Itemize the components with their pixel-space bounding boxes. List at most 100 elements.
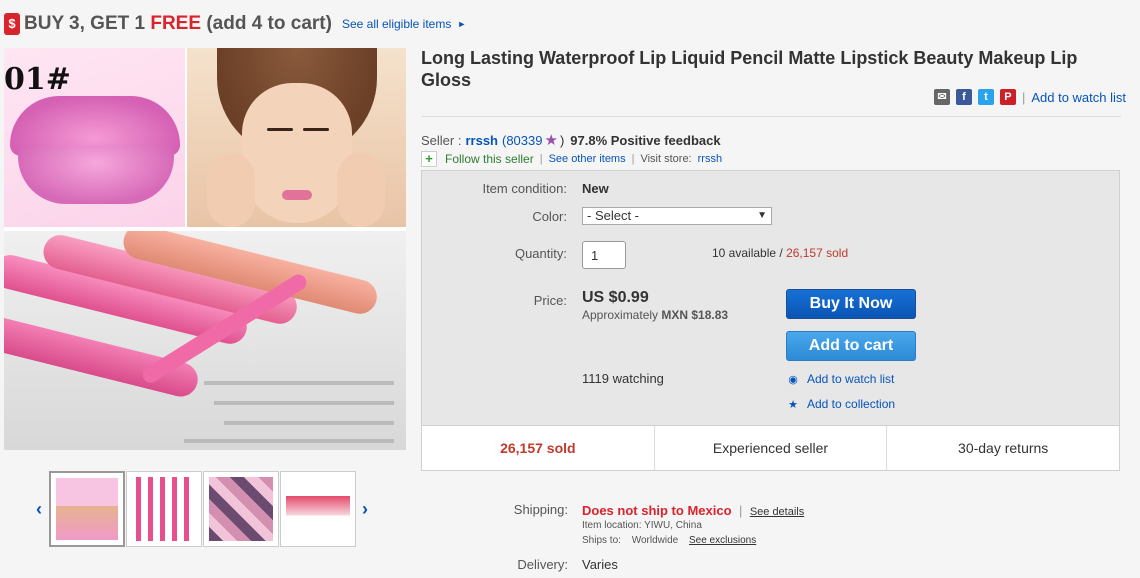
thumbnail[interactable] [125,471,202,547]
shade-number: 01# [4,62,71,97]
model-eye-right [303,128,329,131]
divider [421,116,1121,117]
stat-experienced-seller: Experienced seller [655,426,888,470]
availability: 10 available / 26,157 sold [712,246,848,260]
separator: | [539,153,543,165]
condition-label: Item condition: [482,181,567,196]
stat-returns: 30-day returns [958,440,1049,456]
model-face [242,83,352,223]
approx-value: MXN $18.83 [661,308,729,322]
sold-count-link[interactable]: 26,157 sold [786,246,848,260]
pinterest-icon[interactable]: P [999,89,1016,105]
promo-banner: $ BUY 3, GET 1 FREE (add 4 to cart) See … [4,10,466,38]
dropdown-caret-icon: ▼ [757,210,767,221]
add-to-collection-label: Add to collection [807,397,896,411]
item-location-label: Item location: [582,520,642,531]
seller-actions: + Follow this seller | See other items |… [421,151,722,167]
see-exclusions-link[interactable]: See exclusions [689,535,756,546]
store-link[interactable]: rrssh [698,153,722,165]
share-row: ✉ f t P | Add to watch list [928,89,1126,105]
buy-box: Item condition: New Color: - Select - ▼ … [421,170,1120,426]
see-other-items-link[interactable]: See other items [549,153,626,165]
shipping-label: Shipping: [513,502,568,517]
twitter-icon[interactable]: t [977,89,994,105]
chevron-right-icon[interactable]: › [356,499,374,520]
color-label: Color: [532,209,567,224]
color-select[interactable]: - Select - ▼ [582,207,772,225]
quantity-input[interactable]: 1 [582,241,626,269]
promo-text: BUY 3, GET 1 FREE (add 4 to cart) [24,13,332,35]
stat-sold: 26,157 sold [422,426,655,470]
seller-name-link[interactable]: rrssh [465,133,498,148]
separator: | [738,503,743,518]
thumbnail[interactable] [279,471,356,547]
eye-icon: ◉ [788,373,798,386]
main-product-image[interactable]: 01# [4,48,406,450]
add-to-watch-list-action[interactable]: ◉ Add to watch list [786,372,894,386]
seller-score-link[interactable]: (80339 [502,133,542,148]
newspaper-line [204,381,394,385]
delivery-label: Delivery: [517,557,568,572]
add-to-watch-list-link[interactable]: Add to watch list [1031,90,1126,105]
promo-free: FREE [150,13,202,34]
buy-it-now-button[interactable]: Buy It Now [786,289,916,319]
price-label: Price: [533,293,567,308]
star-icon: ★ [788,398,798,411]
separator: | [1021,89,1026,105]
ships-to-label: Ships to: [582,535,621,546]
condition-value: New [582,181,609,196]
visit-store-label: Visit store: [640,153,692,165]
model-lips [282,190,312,200]
thumbnail-strip: ‹ › [30,470,374,548]
email-icon[interactable]: ✉ [933,89,950,105]
facebook-icon[interactable]: f [955,89,972,105]
promo-suffix: (add 4 to cart) [201,13,332,34]
approx-price: Approximately MXN $18.83 [582,308,728,322]
see-details-link[interactable]: See details [750,506,804,518]
thumbnail-image [131,477,196,541]
item-location-value: YIWU, China [644,520,702,531]
plus-icon[interactable]: + [421,151,437,167]
ships-to: Ships to: Worldwide See exclusions [582,535,756,546]
model-eye-left [267,128,293,131]
newspaper-line [214,401,394,405]
seller-label: Seller : [421,132,462,148]
approx-label: Approximately [582,308,662,322]
delivery-value: Varies [582,557,618,572]
add-to-watch-list-label: Add to watch list [807,372,895,386]
stats-bar: 26,157 sold Experienced seller 30-day re… [421,425,1120,471]
lipstick-tubes-panel [4,229,406,450]
chevron-left-icon[interactable]: ‹ [30,499,48,520]
star-icon: ★ [544,132,558,149]
arrow-right-icon: ► [457,19,467,29]
model-hand-right [337,153,385,227]
watching-count: 1119 watching [582,371,664,386]
lips-image-panel: 01# [4,48,185,227]
thumbnail[interactable] [202,471,279,547]
newspaper-line [184,439,394,443]
seller-info: Seller : rrssh (80339 ★ ) 97.8% Positive… [421,131,721,149]
thumbnail-image [285,477,350,541]
add-to-collection-action[interactable]: ★ Add to collection [786,397,895,411]
color-selected-value: - Select - [587,208,640,223]
see-eligible-items-link[interactable]: See all eligible items [342,17,451,31]
add-to-cart-button[interactable]: Add to cart [786,331,916,361]
item-title: Long Lasting Waterproof Lip Liquid Penci… [421,48,1078,90]
follow-seller-link[interactable]: Follow this seller [445,152,534,166]
price-value: US $0.99 [582,289,649,306]
thumbnail-image [55,478,118,540]
separator: | [631,153,635,165]
newspaper-line [224,421,394,425]
promo-tag-icon: $ [4,13,20,35]
thumbnail-image [208,477,273,541]
shipping-value: Does not ship to Mexico | See details [582,502,804,520]
model-hand-left [207,153,255,227]
thumbnail[interactable] [48,471,125,547]
available-count: 10 available / [712,246,787,260]
item-location: Item location: YIWU, China [582,520,702,531]
no-ship-notice: Does not ship to Mexico [582,503,732,518]
promo-prefix: BUY 3, GET 1 [24,13,151,34]
positive-feedback: 97.8% Positive feedback [570,132,721,148]
quantity-label: Quantity: [514,246,567,261]
model-image-panel [185,48,406,227]
